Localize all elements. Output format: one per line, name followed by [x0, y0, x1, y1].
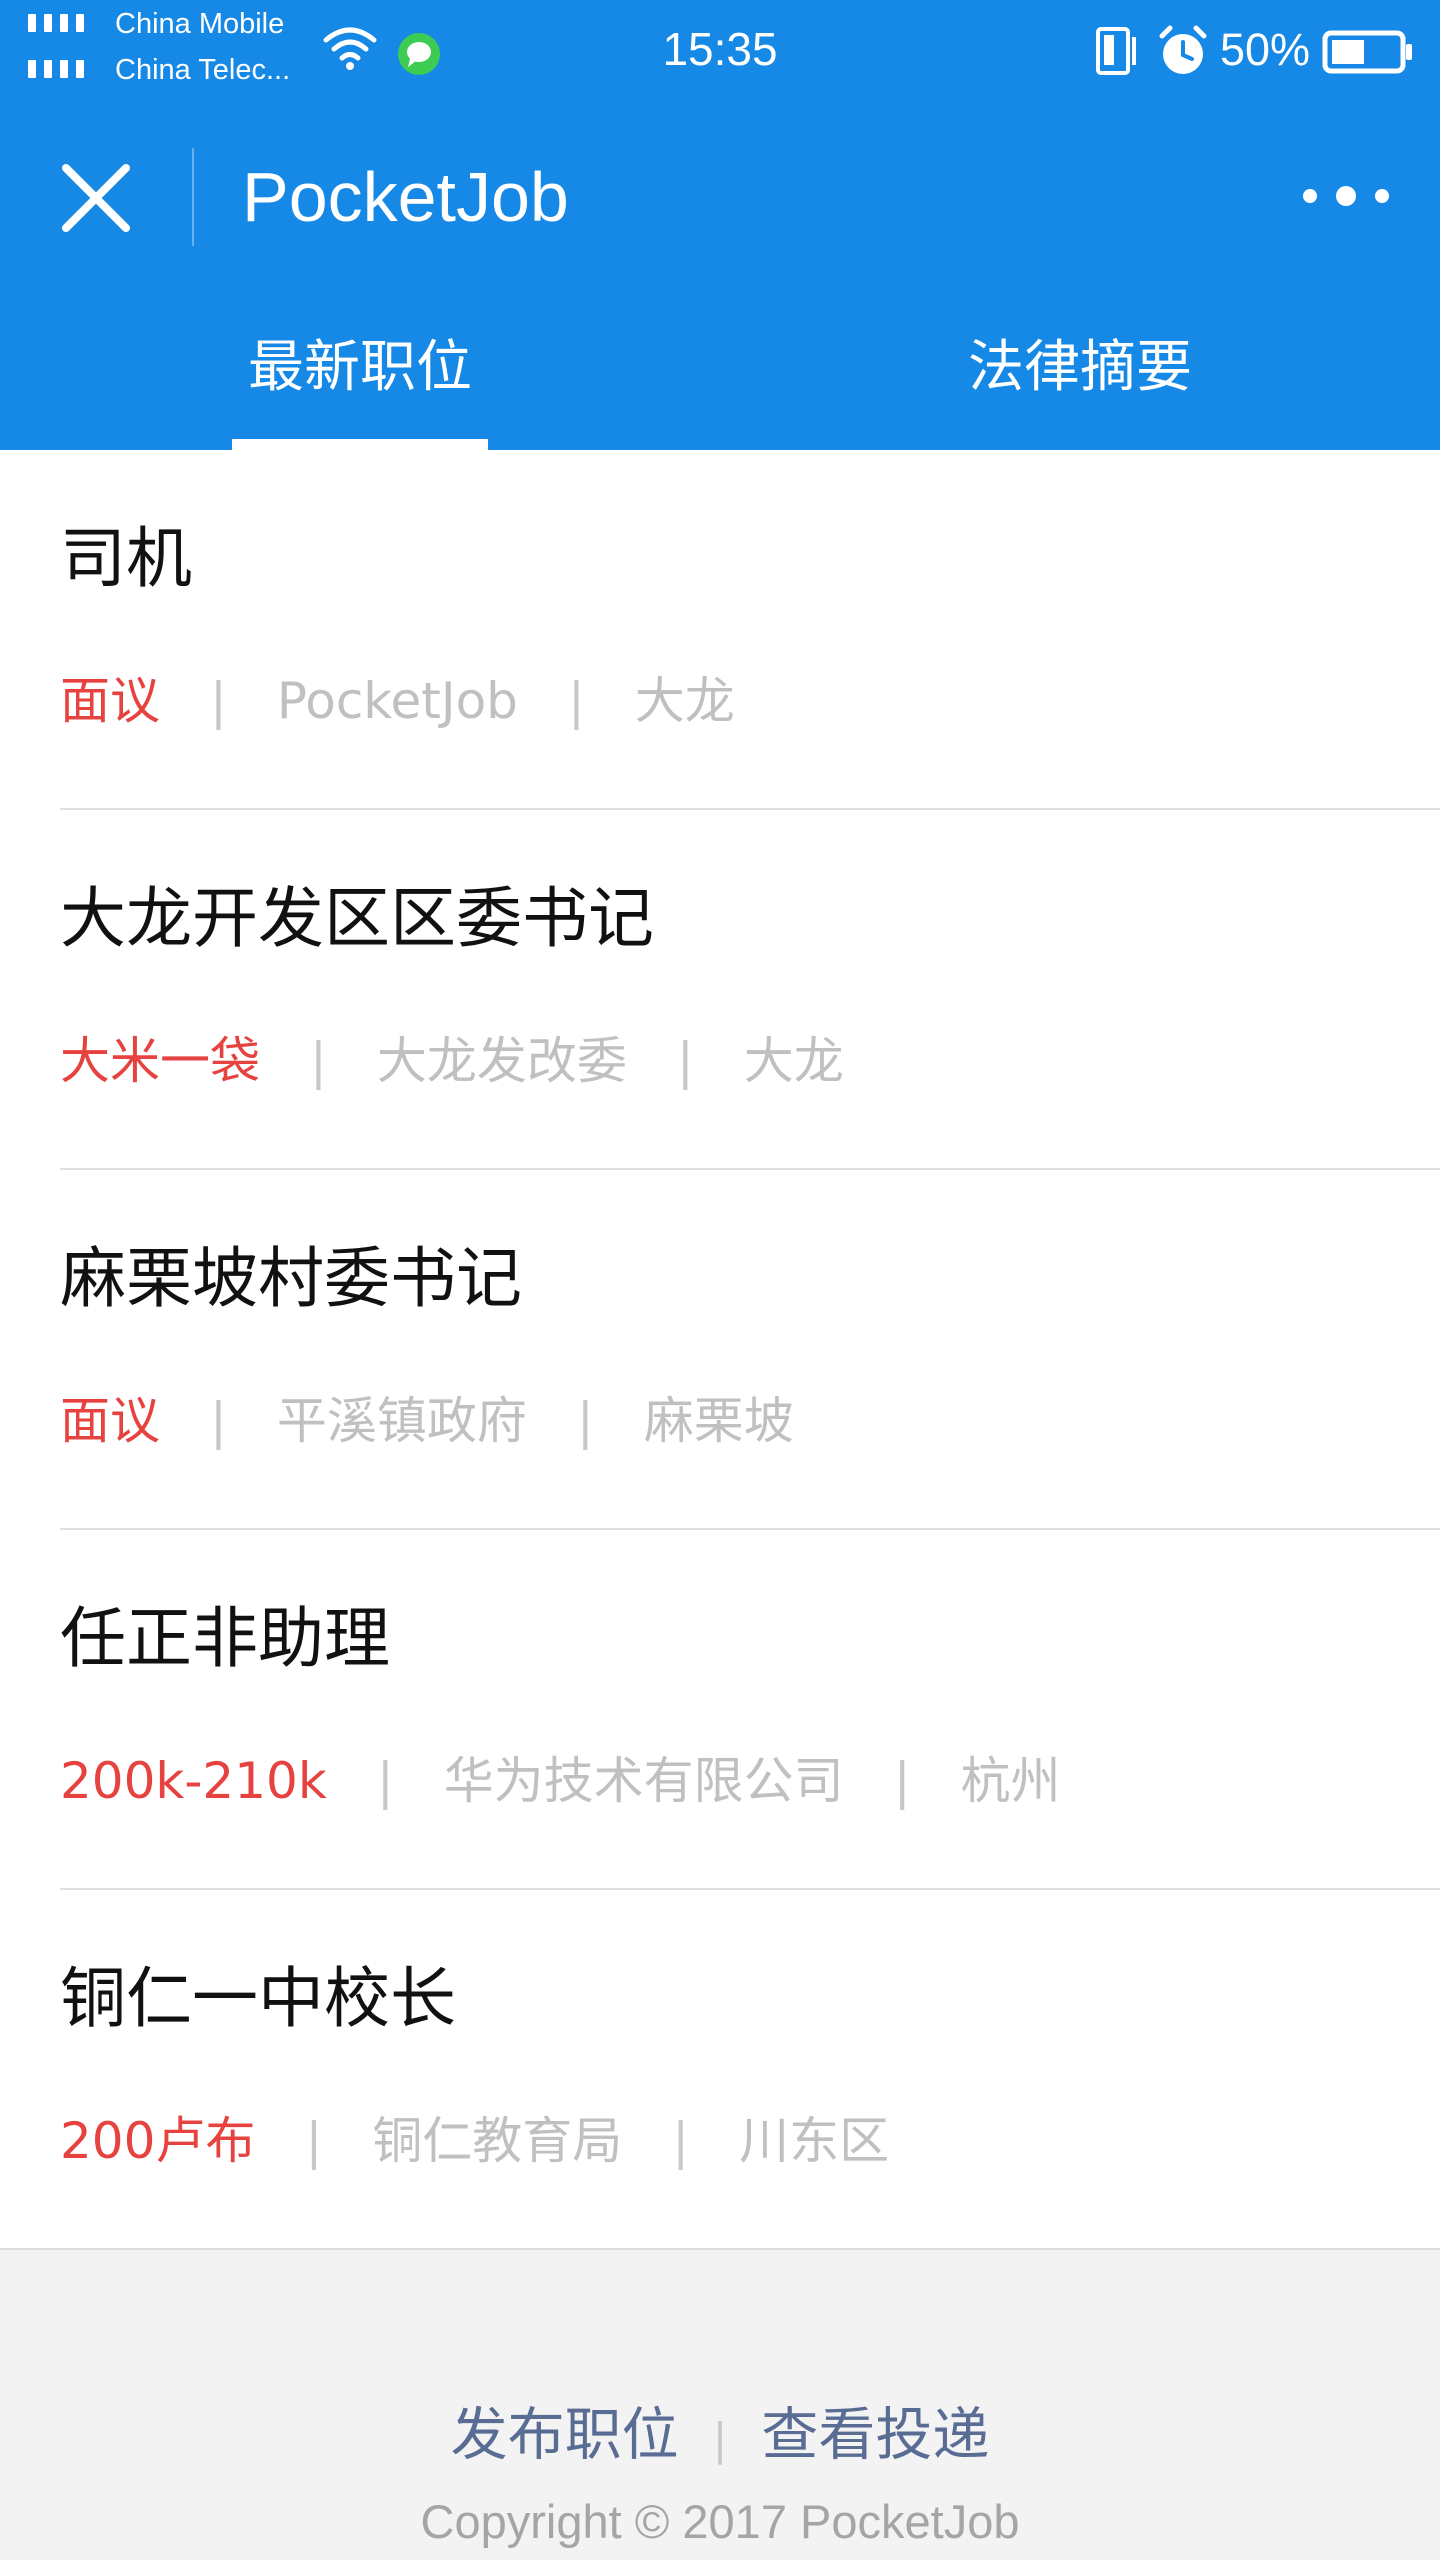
- title-divider: [192, 148, 194, 246]
- job-meta: 200卢布 | 铜仁教育局 | 川东区: [60, 2106, 889, 2176]
- wifi-icon: [323, 27, 377, 70]
- job-item[interactable]: 铜仁一中校长 200卢布 | 铜仁教育局 | 川东区: [0, 1890, 1440, 2250]
- job-title: 麻栗坡村委书记: [60, 1240, 522, 1317]
- job-meta: 面议 | 平溪镇政府 | 麻栗坡: [60, 1386, 794, 1456]
- meta-separator: |: [305, 2112, 323, 2170]
- job-salary: 面议: [60, 672, 160, 730]
- status-time: 15:35: [662, 23, 778, 75]
- job-location: 麻栗坡: [643, 1392, 794, 1450]
- job-company: 华为技术有限公司: [443, 1752, 844, 1810]
- job-salary: 大米一袋: [60, 1032, 260, 1090]
- battery-icon: [1322, 30, 1412, 74]
- view-applications-link[interactable]: 查看投递: [761, 2402, 989, 2468]
- signal-icon: [28, 14, 100, 32]
- job-company: PocketJob: [276, 672, 518, 730]
- job-meta: 面议 | PocketJob | 大龙: [60, 666, 735, 736]
- job-company: 平溪镇政府: [276, 1392, 527, 1450]
- close-icon[interactable]: [58, 160, 134, 236]
- tab-label: 最新职位: [248, 335, 472, 400]
- meta-separator: |: [310, 1032, 327, 1090]
- footer-links: 发布职位 | 查看投递: [0, 2390, 1440, 2485]
- footer-separator: |: [712, 2414, 728, 2465]
- meta-separator: |: [567, 672, 585, 730]
- carrier-2: China Telec...: [115, 54, 291, 86]
- meta-separator: |: [672, 2112, 690, 2170]
- job-meta: 大米一袋 | 大龙发改委 | 大龙: [60, 1026, 844, 1096]
- carrier-1: China Mobile: [115, 8, 285, 40]
- status-bar: China Mobile China Telec... 15:35 50%: [0, 0, 1440, 105]
- job-item[interactable]: 麻栗坡村委书记 面议 | 平溪镇政府 | 麻栗坡: [0, 1170, 1440, 1530]
- meta-separator: |: [376, 1752, 394, 1810]
- job-title: 铜仁一中校长: [60, 1960, 456, 2037]
- battery-percent: 50%: [1220, 24, 1311, 75]
- job-list: 司机 面议 | PocketJob | 大龙 大龙开发区区委书记 大米一袋 | 大龙发改委 |…: [0, 450, 1440, 2250]
- meta-separator: |: [676, 1032, 694, 1090]
- meta-separator: |: [210, 672, 227, 730]
- signal-icon: [28, 60, 100, 78]
- job-salary: 面议: [60, 1392, 160, 1450]
- job-company: 大龙发改委: [376, 1032, 627, 1090]
- job-item[interactable]: 司机 面议 | PocketJob | 大龙: [0, 450, 1440, 810]
- job-title: 司机: [60, 520, 192, 597]
- job-title: 任正非助理: [60, 1600, 390, 1677]
- job-item[interactable]: 大龙开发区区委书记 大米一袋 | 大龙发改委 | 大龙: [0, 810, 1440, 1170]
- job-meta: 200k-210k | 华为技术有限公司 | 杭州: [60, 1746, 1061, 1816]
- meta-separator: |: [576, 1392, 594, 1450]
- job-salary: 200k-210k: [60, 1752, 327, 1810]
- active-tab-indicator: [232, 439, 488, 450]
- message-app-icon: [398, 33, 440, 75]
- post-job-link[interactable]: 发布职位: [451, 2402, 679, 2468]
- job-title: 大龙开发区区委书记: [60, 880, 654, 957]
- copyright: Copyright © 2017 PocketJob: [420, 2495, 1020, 2548]
- tab-latest-jobs[interactable]: 最新职位: [0, 320, 720, 450]
- job-location: 川东区: [739, 2112, 890, 2170]
- job-location: 大龙: [743, 1032, 844, 1090]
- app-header: China Mobile China Telec... 15:35 50% Po…: [0, 0, 1440, 450]
- meta-separator: |: [210, 1392, 227, 1450]
- alarm-icon: [1159, 25, 1207, 74]
- page-title: PocketJob: [242, 158, 569, 236]
- sim-vibrate-icon: [1096, 27, 1136, 75]
- meta-separator: |: [893, 1752, 911, 1810]
- job-location: 杭州: [960, 1752, 1061, 1810]
- job-company: 铜仁教育局: [372, 2112, 623, 2170]
- more-icon[interactable]: [1300, 178, 1392, 214]
- tab-legal-summary[interactable]: 法律摘要: [720, 320, 1440, 450]
- job-item[interactable]: 任正非助理 200k-210k | 华为技术有限公司 | 杭州: [0, 1530, 1440, 1890]
- job-salary: 200卢布: [60, 2112, 256, 2170]
- tab-label: 法律摘要: [968, 335, 1192, 400]
- job-location: 大龙: [634, 672, 735, 730]
